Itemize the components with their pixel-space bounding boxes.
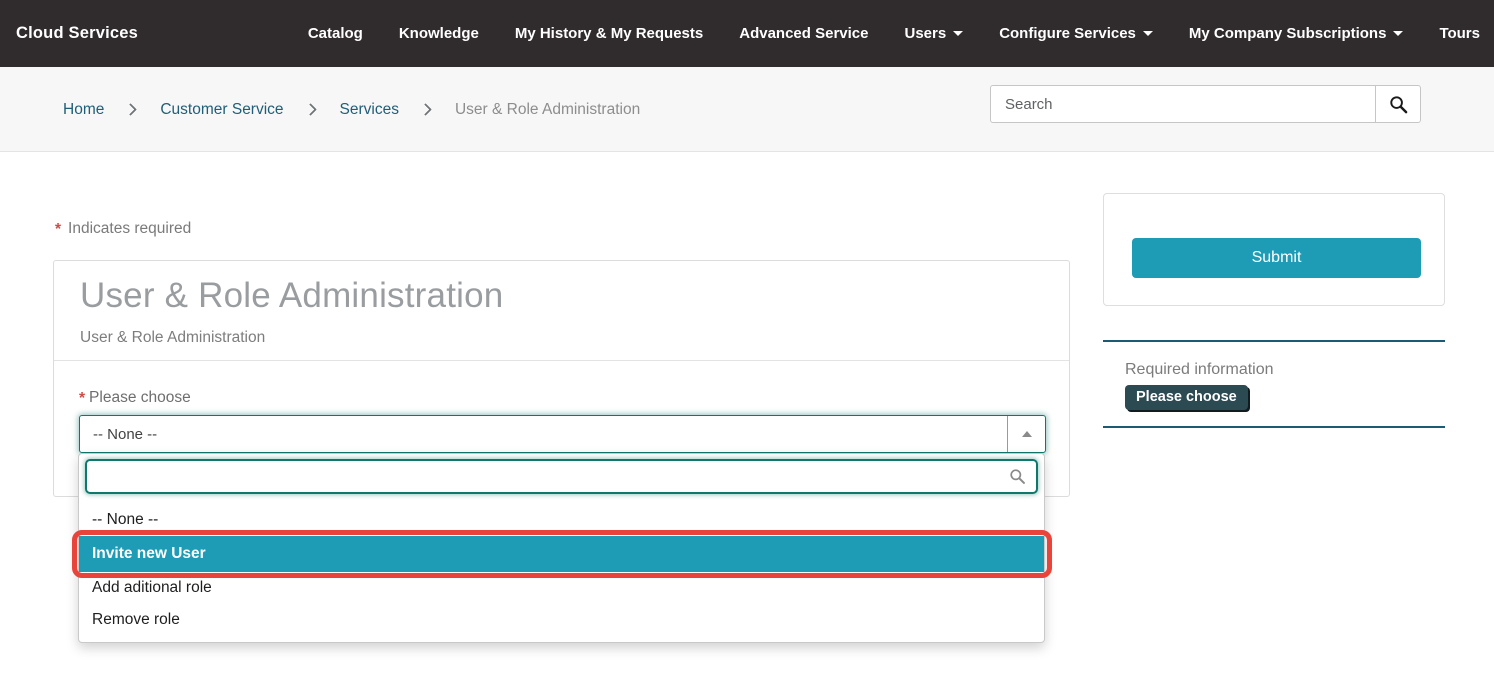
service-portal-page: Cloud Services Catalog Knowledge My Hist… (0, 0, 1494, 674)
dropdown-option-label: Invite new User (92, 545, 206, 562)
nav-item-my-history-requests[interactable]: My History & My Requests (515, 25, 703, 42)
caret-down-icon (1143, 31, 1153, 36)
magnifier-icon (1009, 468, 1026, 485)
nav-item-label: Catalog (308, 25, 363, 42)
search-icon (1389, 95, 1408, 114)
chevron-right-icon (124, 103, 137, 116)
nav-menu: Catalog Knowledge My History & My Reques… (308, 25, 1480, 42)
top-navbar: Cloud Services Catalog Knowledge My Hist… (0, 0, 1494, 67)
nav-item-users[interactable]: Users (904, 25, 963, 42)
dropdown-filter-input[interactable] (97, 468, 1009, 485)
caret-down-icon (953, 31, 963, 36)
required-field-badge[interactable]: Please choose (1125, 385, 1248, 410)
search-input[interactable] (991, 86, 1375, 122)
nav-item-tours[interactable]: Tours (1439, 25, 1480, 42)
select-dropdown-panel: -- None -- Invite new User Add aditional… (78, 453, 1045, 643)
select-toggle[interactable] (1007, 416, 1045, 452)
page-title: User & Role Administration (80, 276, 1043, 316)
nav-item-label: Knowledge (399, 25, 479, 42)
nav-item-configure-services[interactable]: Configure Services (999, 25, 1153, 42)
required-asterisk: * (55, 221, 61, 238)
dropdown-option-add-aditional-role[interactable]: Add aditional role (79, 572, 1044, 604)
required-asterisk: * (79, 390, 85, 407)
nav-item-label: My Company Subscriptions (1189, 25, 1387, 42)
please-choose-label: *Please choose (79, 389, 191, 406)
page-subtitle: User & Role Administration (80, 329, 1043, 347)
dropdown-options-list: -- None -- Invite new User Add aditional… (79, 499, 1044, 642)
nav-item-catalog[interactable]: Catalog (308, 25, 363, 42)
nav-item-label: Users (904, 25, 946, 42)
submit-button[interactable]: Submit (1132, 238, 1421, 278)
search-button[interactable] (1375, 86, 1420, 122)
caret-up-icon (1022, 431, 1032, 437)
breadcrumb-bar: Home Customer Service Services User & Ro… (0, 67, 1494, 152)
chevron-right-icon (304, 103, 317, 116)
nav-item-my-company-subscriptions[interactable]: My Company Subscriptions (1189, 25, 1404, 42)
nav-item-label: My History & My Requests (515, 25, 703, 42)
sidebar-divider-bottom (1103, 426, 1445, 428)
nav-item-label: Advanced Service (739, 25, 868, 42)
dropdown-option-invite-new-user[interactable]: Invite new User (79, 536, 1044, 572)
submit-card: Submit (1103, 193, 1445, 306)
breadcrumb-link-home[interactable]: Home (63, 101, 104, 119)
red-highlight-annotation (72, 530, 1052, 578)
please-choose-label-text: Please choose (89, 389, 191, 406)
card-header: User & Role Administration User & Role A… (54, 261, 1069, 361)
indicates-required-label: Indicates required (68, 220, 191, 237)
breadcrumb-link-services[interactable]: Services (340, 101, 399, 119)
nav-item-label: Configure Services (999, 25, 1136, 42)
brand-logo[interactable]: Cloud Services (16, 24, 138, 43)
required-information-title: Required information (1125, 361, 1274, 379)
nav-item-advanced-service[interactable]: Advanced Service (739, 25, 868, 42)
indicates-required-note: * Indicates required (55, 220, 191, 238)
breadcrumb-link-customer-service[interactable]: Customer Service (160, 101, 283, 119)
breadcrumb-current: User & Role Administration (455, 101, 640, 119)
please-choose-field: *Please choose -- None -- (54, 361, 1069, 453)
chevron-right-icon (419, 103, 432, 116)
search-box (990, 85, 1421, 123)
breadcrumb: Home Customer Service Services User & Ro… (63, 67, 640, 152)
nav-item-knowledge[interactable]: Knowledge (399, 25, 479, 42)
sidebar-divider-top (1103, 340, 1445, 342)
nav-item-label: Tours (1439, 25, 1480, 42)
dropdown-option-none[interactable]: -- None -- (79, 504, 1044, 536)
dropdown-option-remove-role[interactable]: Remove role (79, 604, 1044, 636)
dropdown-filter-box (85, 459, 1038, 494)
caret-down-icon (1393, 31, 1403, 36)
please-choose-select[interactable]: -- None -- (79, 415, 1046, 453)
select-current-value: -- None -- (80, 426, 157, 443)
